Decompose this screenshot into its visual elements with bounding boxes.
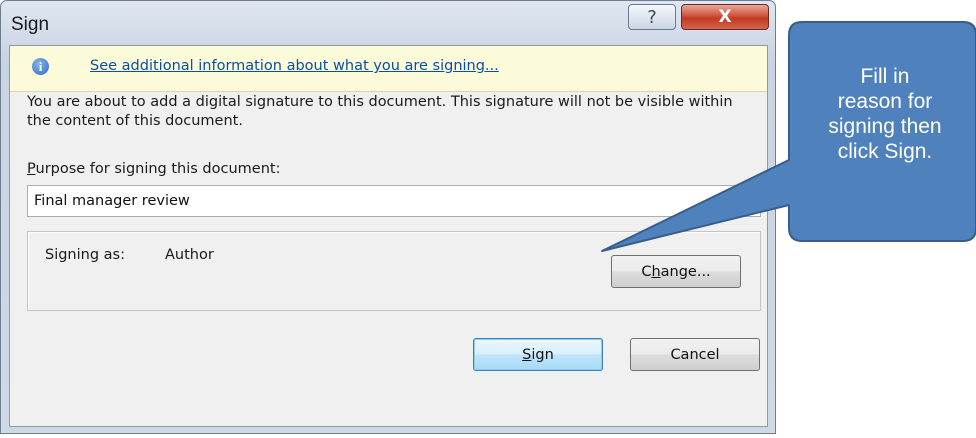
change-label-pre: C: [641, 263, 652, 280]
title-bar[interactable]: Sign ? X: [1, 1, 775, 45]
purpose-input[interactable]: [27, 185, 761, 217]
info-icon: i: [32, 58, 49, 75]
additional-info-link[interactable]: See additional information about what yo…: [90, 58, 499, 74]
signing-as-value: Author: [165, 247, 214, 263]
change-label-post: ange...: [660, 263, 711, 280]
sign-label-text: ign: [531, 346, 554, 363]
change-button[interactable]: Ch ange...: [611, 255, 741, 288]
cancel-label: Cancel: [670, 346, 720, 363]
purpose-label-accelerator: P: [27, 161, 36, 177]
sign-dialog: Sign ? X i See additional information ab…: [0, 0, 776, 434]
sign-label-accelerator: S: [522, 346, 532, 363]
question-mark-icon: ?: [647, 6, 657, 28]
callout-line-1: Fill in: [860, 65, 910, 88]
help-button[interactable]: ?: [628, 4, 676, 30]
cancel-button[interactable]: Cancel: [630, 338, 760, 371]
signing-as-label: Signing as:: [45, 247, 125, 263]
purpose-label-text: urpose for signing this document:: [35, 161, 281, 177]
info-bar: i See additional information about what …: [10, 46, 767, 92]
callout-text: Fill in reason for signing then click Si…: [794, 64, 976, 164]
change-label-accelerator: h: [651, 263, 661, 280]
close-button[interactable]: X: [681, 4, 769, 30]
sign-button[interactable]: Sign: [473, 338, 603, 371]
signature-description: You are about to add a digital signature…: [27, 94, 733, 129]
purpose-label: Purpose for signing this document:: [27, 161, 280, 177]
callout-line-3: signing then: [828, 115, 942, 138]
callout-line-2: reason for: [837, 90, 933, 113]
callout-line-4: click Sign.: [837, 140, 933, 163]
dialog-title: Sign: [11, 14, 50, 35]
close-icon: X: [718, 7, 732, 27]
